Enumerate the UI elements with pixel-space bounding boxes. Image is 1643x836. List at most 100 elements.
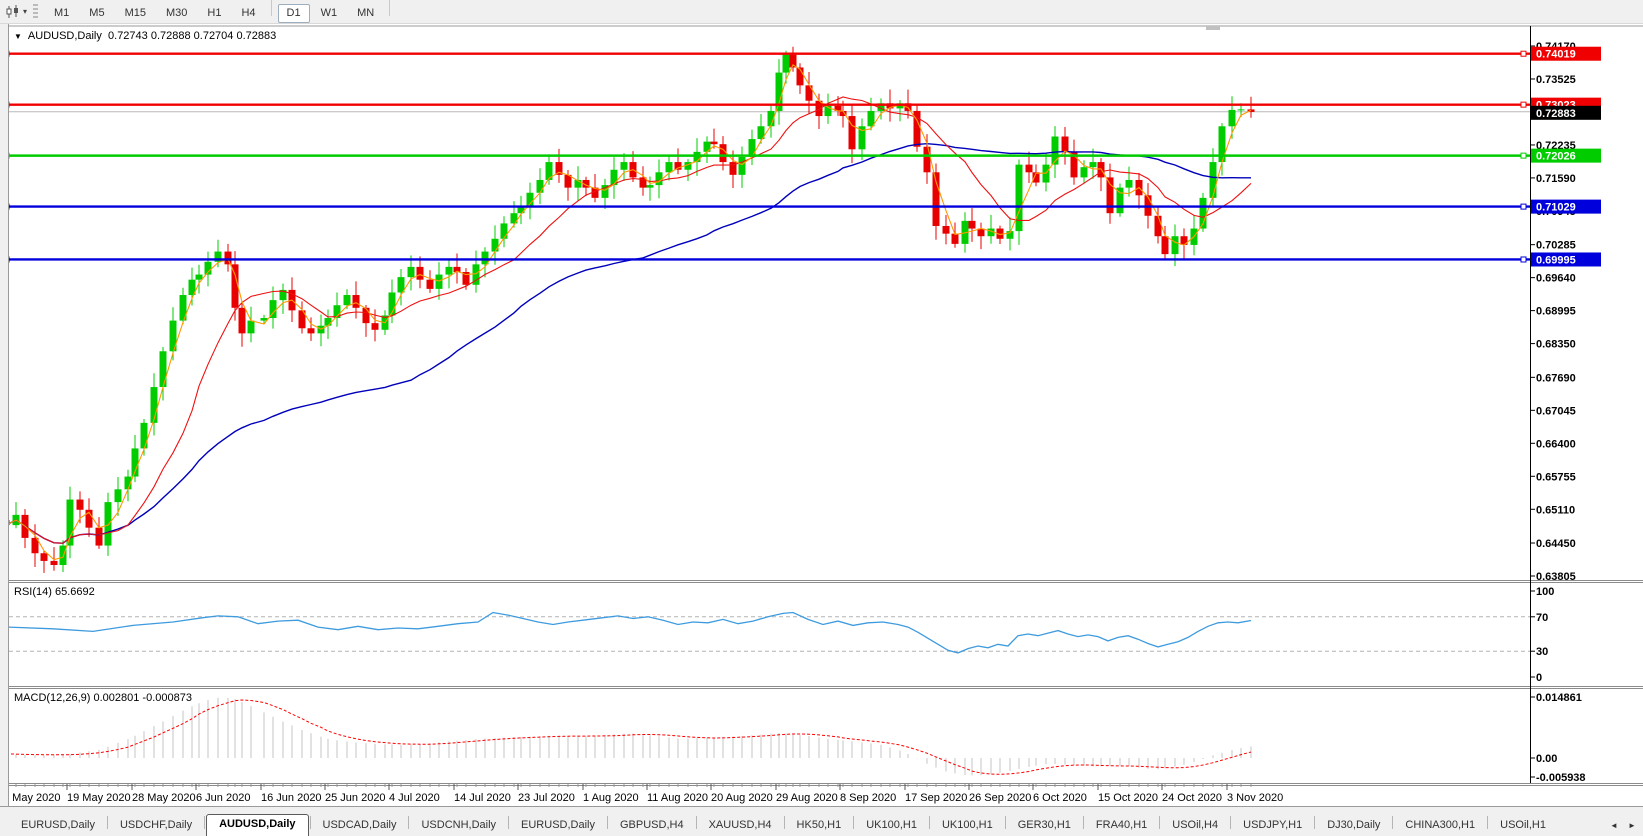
tab-ger30-h1[interactable]: GER30,H1 — [1007, 816, 1082, 836]
window-left-edge — [0, 24, 9, 806]
tab-scroll-left-icon[interactable]: ◄ — [1607, 818, 1621, 832]
tab-separator — [310, 816, 311, 829]
svg-text:0.74019: 0.74019 — [1536, 49, 1576, 61]
timeframe-button-w1[interactable]: W1 — [312, 4, 347, 23]
tab-separator — [1159, 816, 1160, 829]
chart-title-symbol: AUDUSD,Daily — [28, 30, 102, 42]
tab-separator — [696, 816, 697, 829]
tab-hk50-h1[interactable]: HK50,H1 — [786, 816, 853, 836]
tab-xauusd-h4[interactable]: XAUUSD,H4 — [698, 816, 783, 836]
tab-usoil-h4[interactable]: USOil,H4 — [1161, 816, 1229, 836]
tab-usoil-h1[interactable]: USOil,H1 — [1489, 816, 1557, 836]
timeframe-button-m15[interactable]: M15 — [116, 4, 155, 23]
candlestick-chart-icon — [6, 5, 20, 19]
tab-separator — [1487, 816, 1488, 829]
chart-type-icon[interactable] — [4, 4, 22, 20]
svg-text:0.66400: 0.66400 — [1536, 438, 1576, 450]
svg-text:70: 70 — [1536, 612, 1548, 624]
svg-text:6 Oct 2020: 6 Oct 2020 — [1033, 792, 1087, 804]
svg-text:3 Nov 2020: 3 Nov 2020 — [1227, 792, 1283, 804]
svg-text:29 Aug 2020: 29 Aug 2020 — [776, 792, 838, 804]
tab-separator — [853, 816, 854, 829]
svg-text:8 Sep 2020: 8 Sep 2020 — [840, 792, 896, 804]
svg-text:0.014861: 0.014861 — [1536, 692, 1582, 704]
svg-text:14 Jul 2020: 14 Jul 2020 — [454, 792, 511, 804]
rsi-label: RSI(14) 65.6692 — [14, 586, 95, 598]
timeframe-button-h1[interactable]: H1 — [198, 4, 230, 23]
tab-usdjpy-h1[interactable]: USDJPY,H1 — [1232, 816, 1313, 836]
tab-separator — [408, 816, 409, 829]
tab-separator — [929, 816, 930, 829]
svg-text:0.71590: 0.71590 — [1536, 173, 1576, 185]
tab-audusd-daily[interactable]: AUDUSD,Daily — [206, 814, 308, 836]
svg-text:4 Jul 2020: 4 Jul 2020 — [389, 792, 440, 804]
horizontal-level-lines[interactable] — [4, 51, 1530, 262]
tab-usdcnh-daily[interactable]: USDCNH,Daily — [410, 816, 507, 836]
tab-eurusd-daily[interactable]: EURUSD,Daily — [10, 816, 106, 836]
chart-canvas[interactable]: 0.741700.735250.728800.722350.715900.709… — [0, 24, 1643, 806]
svg-text:26 Sep 2020: 26 Sep 2020 — [969, 792, 1031, 804]
svg-text:-0.005938: -0.005938 — [1536, 772, 1586, 784]
tab-gbpusd-h4[interactable]: GBPUSD,H4 — [609, 816, 695, 836]
tab-separator — [508, 816, 509, 829]
svg-text:0.73525: 0.73525 — [1536, 74, 1576, 86]
svg-text:19 May 2020: 19 May 2020 — [67, 792, 131, 804]
ma-slow — [6, 144, 1251, 544]
macd-label: MACD(12,26,9) 0.002801 -0.000873 — [14, 692, 192, 704]
svg-text:100: 100 — [1536, 586, 1554, 598]
tab-separator — [1392, 816, 1393, 829]
tab-separator — [107, 816, 108, 829]
timeframe-button-mn[interactable]: MN — [348, 4, 383, 23]
macd-signal-line — [6, 700, 1251, 774]
chart-menu-icon[interactable]: ▼ — [14, 32, 22, 41]
ma-medium — [6, 97, 1251, 543]
svg-text:1 Aug 2020: 1 Aug 2020 — [583, 792, 639, 804]
tab-scroll-right-icon[interactable]: ► — [1625, 818, 1639, 832]
svg-text:0.64450: 0.64450 — [1536, 538, 1576, 550]
svg-text:0.00: 0.00 — [1536, 753, 1557, 765]
svg-text:0.67045: 0.67045 — [1536, 405, 1576, 417]
tab-uk100-h1[interactable]: UK100,H1 — [931, 816, 1004, 836]
toolbar-grip[interactable] — [33, 4, 38, 20]
tab-china300-h1[interactable]: CHINA300,H1 — [1394, 816, 1486, 836]
candles — [3, 47, 1255, 573]
rsi-panel — [9, 613, 1530, 653]
timeframe-button-group: M1M5M15M30H1H4 D1W1MN — [44, 0, 395, 23]
tab-uk100-h1[interactable]: UK100,H1 — [855, 816, 928, 836]
tab-usdchf-daily[interactable]: USDCHF,Daily — [109, 816, 203, 836]
tab-eurusd-daily[interactable]: EURUSD,Daily — [510, 816, 606, 836]
tab-dj30-daily[interactable]: DJ30,Daily — [1316, 816, 1391, 836]
svg-text:0.65110: 0.65110 — [1536, 504, 1575, 516]
tab-bar: EURUSD,DailyUSDCHF,DailyAUDUSD,DailyUSDC… — [0, 806, 1643, 836]
chart-title-ohlc: 0.72743 0.72888 0.72704 0.72883 — [108, 30, 276, 42]
svg-text:0: 0 — [1536, 672, 1542, 684]
svg-text:0.69995: 0.69995 — [1536, 254, 1576, 266]
timeframe-button-d1[interactable]: D1 — [278, 4, 310, 23]
svg-text:15 Oct 2020: 15 Oct 2020 — [1098, 792, 1158, 804]
timeframe-button-h4[interactable]: H4 — [232, 4, 264, 23]
time-axis: 9 May 202019 May 202028 May 20206 Jun 20… — [3, 784, 1283, 804]
scroll-position-marker[interactable] — [1206, 26, 1220, 30]
chart-title: ▼ AUDUSD,Daily 0.72743 0.72888 0.72704 0.… — [14, 30, 276, 42]
timeframe-button-m30[interactable]: M30 — [157, 4, 196, 23]
svg-text:0.72883: 0.72883 — [1536, 108, 1576, 120]
svg-text:0.63805: 0.63805 — [1536, 571, 1576, 583]
svg-text:0.65755: 0.65755 — [1536, 471, 1576, 483]
svg-text:0.67690: 0.67690 — [1536, 372, 1576, 384]
svg-text:28 May 2020: 28 May 2020 — [132, 792, 196, 804]
svg-text:25 Jun 2020: 25 Jun 2020 — [325, 792, 386, 804]
tab-usdcad-daily[interactable]: USDCAD,Daily — [312, 816, 408, 836]
tab-separator — [1314, 816, 1315, 829]
panel-frame — [0, 26, 1643, 786]
toolbar: ▾ M1M5M15M30H1H4 D1W1MN — [0, 0, 1643, 24]
toolbar-separator — [389, 0, 390, 16]
svg-text:16 Jun 2020: 16 Jun 2020 — [261, 792, 322, 804]
tab-fra40-h1[interactable]: FRA40,H1 — [1085, 816, 1158, 836]
tab-separator — [1230, 816, 1231, 829]
chart-type-dropdown-caret-icon[interactable]: ▾ — [23, 7, 27, 16]
svg-text:0.72026: 0.72026 — [1536, 151, 1576, 163]
timeframe-button-m5[interactable]: M5 — [80, 4, 113, 23]
tab-separator — [784, 816, 785, 829]
timeframe-button-m1[interactable]: M1 — [45, 4, 78, 23]
svg-text:23 Jul 2020: 23 Jul 2020 — [518, 792, 575, 804]
